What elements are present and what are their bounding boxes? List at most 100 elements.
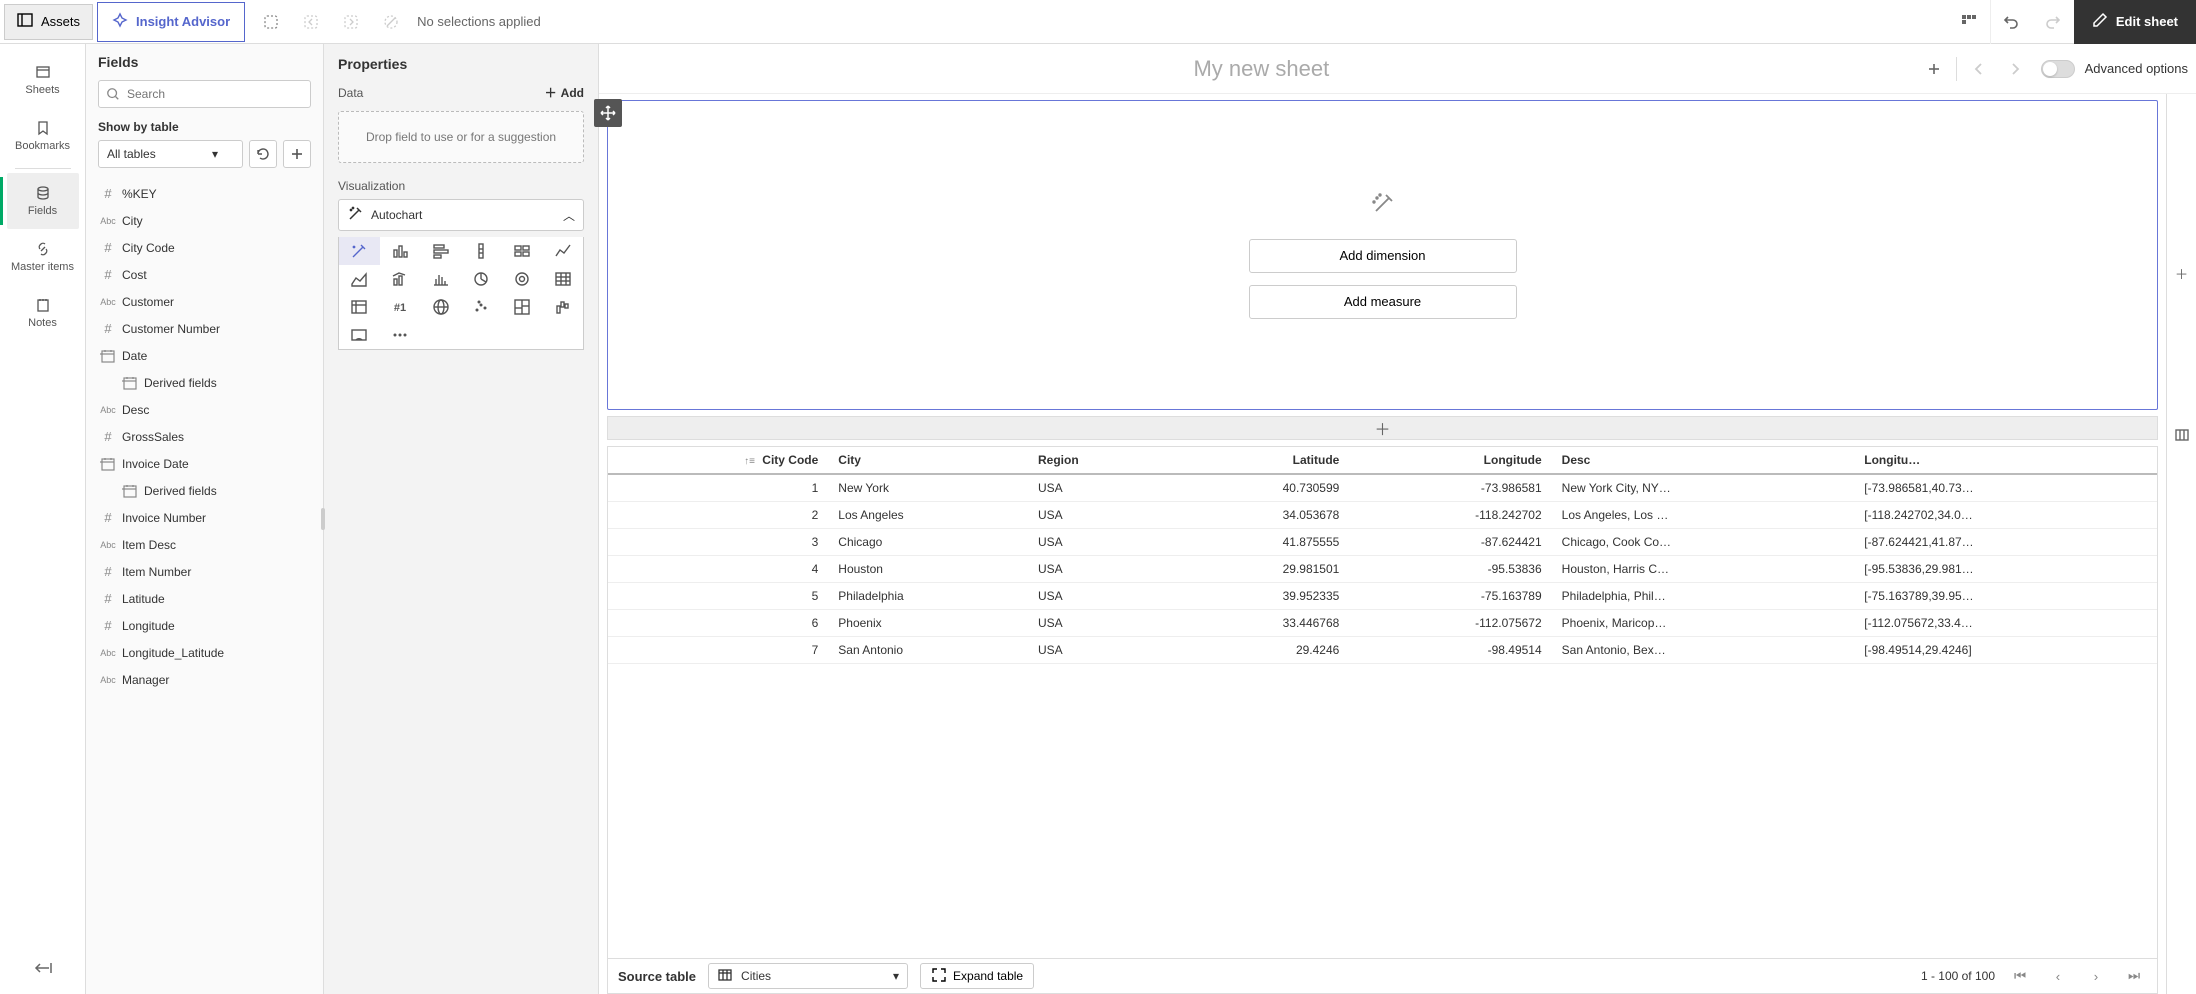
page-prev-icon[interactable]: ‹ [2045, 963, 2071, 989]
viz-scatter-icon[interactable] [461, 293, 502, 321]
selection-forward-icon[interactable] [333, 4, 369, 40]
viz-bar-horizontal-icon[interactable] [420, 237, 461, 265]
field-item[interactable]: Longitude [86, 612, 323, 639]
edit-sheet-button[interactable]: Edit sheet [2074, 0, 2196, 44]
page-first-icon[interactable]: ⏮ [2007, 963, 2033, 989]
field-item[interactable]: Cost [86, 261, 323, 288]
field-item[interactable]: Longitude_Latitude [86, 639, 323, 666]
column-header[interactable]: Longitu… [1854, 447, 2157, 474]
table-view-icon[interactable] [2169, 422, 2195, 448]
field-item[interactable]: City Code [86, 234, 323, 261]
column-header[interactable]: City [828, 447, 1028, 474]
move-handle-icon[interactable] [594, 99, 622, 127]
undo-icon[interactable] [1990, 0, 2032, 44]
refresh-fields-icon[interactable] [249, 140, 277, 168]
insight-label: Insight Advisor [136, 14, 230, 29]
field-item[interactable]: Latitude [86, 585, 323, 612]
viz-combo-icon[interactable] [380, 265, 421, 293]
column-header[interactable]: Latitude [1170, 447, 1349, 474]
field-item[interactable]: Invoice Number [86, 504, 323, 531]
table-row[interactable]: 5PhiladelphiaUSA39.952335-75.163789Phila… [608, 582, 2157, 609]
viz-bar-stacked-icon[interactable] [461, 237, 502, 265]
table-row[interactable]: 4HoustonUSA29.981501-95.53836Houston, Ha… [608, 555, 2157, 582]
add-field-button[interactable] [283, 140, 311, 168]
field-item[interactable]: GrossSales [86, 423, 323, 450]
viz-line-icon[interactable] [542, 237, 583, 265]
field-item[interactable]: Item Desc [86, 531, 323, 558]
add-right-icon[interactable]: ＋ [2169, 260, 2195, 286]
viz-more-icon[interactable] [380, 321, 421, 349]
add-measure-button[interactable]: Add measure [1249, 285, 1517, 319]
field-item[interactable]: Item Number [86, 558, 323, 585]
viz-kpi-icon[interactable]: #1 [380, 293, 421, 321]
prev-sheet-icon[interactable] [1961, 51, 1997, 87]
redo-icon[interactable] [2032, 0, 2074, 44]
nav-bookmarks[interactable]: Bookmarks [7, 108, 79, 164]
clear-selection-icon[interactable] [373, 4, 409, 40]
viz-table-icon[interactable] [542, 265, 583, 293]
field-item[interactable]: Derived fields [86, 369, 323, 396]
viz-map-icon[interactable] [420, 293, 461, 321]
data-drop-zone[interactable]: Drop field to use or for a suggestion [338, 111, 584, 163]
field-item[interactable]: Derived fields [86, 477, 323, 504]
viz-bar-grouped-icon[interactable] [502, 237, 543, 265]
field-item[interactable]: Manager [86, 666, 323, 693]
collapse-nav-icon[interactable] [27, 955, 59, 984]
field-item[interactable]: Customer Number [86, 315, 323, 342]
visualization-dropdown[interactable]: Autochart ︿ [338, 199, 584, 231]
advanced-options-toggle[interactable] [2041, 60, 2075, 78]
smart-search-icon[interactable] [253, 4, 289, 40]
add-data-button[interactable]: ＋ Add [545, 84, 584, 101]
new-chart-placeholder[interactable]: Add dimension Add measure [607, 100, 2158, 410]
fields-search-input[interactable] [98, 80, 311, 108]
viz-distribution-icon[interactable] [420, 265, 461, 293]
page-last-icon[interactable]: ⏭ [2121, 963, 2147, 989]
next-sheet-icon[interactable] [1997, 51, 2033, 87]
column-header[interactable]: ↑≡ City Code [608, 447, 828, 474]
viz-gauge-icon[interactable] [339, 321, 380, 349]
field-item[interactable]: Date [86, 342, 323, 369]
nav-master-items[interactable]: Master items [7, 229, 79, 285]
fields-list[interactable]: %KEYCityCity CodeCostCustomerCustomer Nu… [86, 176, 323, 994]
field-item[interactable]: Invoice Date [86, 450, 323, 477]
column-header[interactable]: Desc [1552, 447, 1855, 474]
column-header[interactable]: Longitude [1349, 447, 1551, 474]
panel-splitter[interactable] [317, 44, 329, 994]
add-dimension-button[interactable]: Add dimension [1249, 239, 1517, 273]
insight-advisor-button[interactable]: Insight Advisor [97, 2, 245, 42]
viz-donut-icon[interactable] [502, 265, 543, 293]
add-object-row[interactable]: ＋ [607, 416, 2158, 440]
table-row[interactable]: 6PhoenixUSA33.446768-112.075672Phoenix, … [608, 609, 2157, 636]
viz-bar-vertical-icon[interactable] [380, 237, 421, 265]
field-item[interactable]: Customer [86, 288, 323, 315]
tables-dropdown[interactable]: All tables ▾ [98, 140, 243, 168]
column-header[interactable]: Region [1028, 447, 1170, 474]
apps-icon[interactable] [1948, 0, 1990, 44]
viz-treemap-icon[interactable] [502, 293, 543, 321]
nav-sheets[interactable]: Sheets [7, 52, 79, 108]
nav-notes[interactable]: Notes [7, 285, 79, 341]
viz-area-icon[interactable] [339, 265, 380, 293]
assets-button[interactable]: Assets [4, 4, 93, 40]
viz-autochart-icon[interactable] [339, 237, 380, 265]
selection-back-icon[interactable] [293, 4, 329, 40]
source-table-dropdown[interactable]: Cities ▾ [708, 963, 908, 989]
nav-fields[interactable]: Fields [7, 173, 79, 229]
visualization-type-grid: #1 [338, 237, 584, 350]
sheet-title[interactable]: My new sheet [607, 56, 1916, 82]
field-item[interactable]: Desc [86, 396, 323, 423]
table-row[interactable]: 3ChicagoUSA41.875555-87.624421Chicago, C… [608, 528, 2157, 555]
table-row[interactable]: 7San AntonioUSA29.4246-98.49514San Anton… [608, 636, 2157, 663]
viz-pie-icon[interactable] [461, 265, 502, 293]
field-item[interactable]: %KEY [86, 180, 323, 207]
table-cell: [-73.986581,40.73… [1854, 474, 2157, 501]
field-item[interactable]: City [86, 207, 323, 234]
expand-table-button[interactable]: Expand table [920, 963, 1034, 989]
table-row[interactable]: 2Los AngelesUSA34.053678-118.242702Los A… [608, 501, 2157, 528]
page-next-icon[interactable]: › [2083, 963, 2109, 989]
add-sheet-icon[interactable] [1916, 51, 1952, 87]
table-row[interactable]: 1New YorkUSA40.730599-73.986581New York … [608, 474, 2157, 501]
viz-pivot-icon[interactable] [339, 293, 380, 321]
viz-waterfall-icon[interactable] [542, 293, 583, 321]
table-cell: Philadelphia [828, 582, 1028, 609]
